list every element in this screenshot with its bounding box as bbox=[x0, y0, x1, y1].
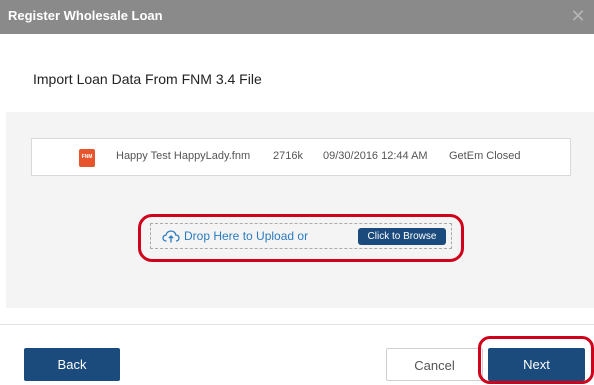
fnm-file-icon: FNM bbox=[79, 149, 95, 167]
file-icon-label: FNM bbox=[81, 154, 93, 160]
dialog-titlebar: Register Wholesale Loan ✕ bbox=[0, 0, 594, 34]
file-name: Happy Test HappyLady.fnm bbox=[116, 150, 251, 162]
file-size: 2716k bbox=[273, 150, 303, 162]
annotation-highlight-upload bbox=[138, 214, 464, 262]
page-title: Import Loan Data From FNM 3.4 File bbox=[33, 71, 262, 87]
file-list-item[interactable]: FNM Happy Test HappyLady.fnm 2716k 09/30… bbox=[31, 138, 571, 176]
annotation-highlight-next bbox=[478, 336, 594, 384]
close-icon[interactable]: ✕ bbox=[568, 6, 588, 26]
dialog-title: Register Wholesale Loan bbox=[8, 8, 163, 23]
cancel-button[interactable]: Cancel bbox=[386, 348, 483, 381]
back-button[interactable]: Back bbox=[24, 348, 120, 381]
file-status: GetEm Closed bbox=[449, 150, 521, 162]
file-datetime: 09/30/2016 12:44 AM bbox=[323, 150, 428, 162]
footer-divider bbox=[0, 324, 594, 325]
